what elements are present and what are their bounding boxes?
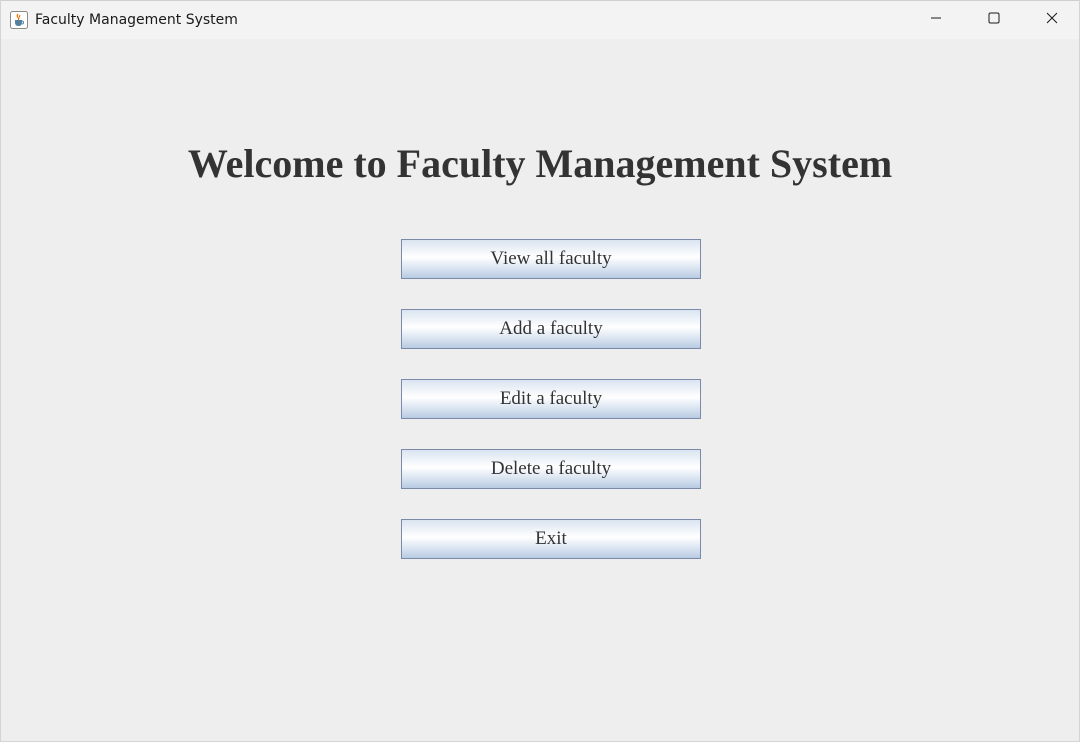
exit-button[interactable]: Exit: [401, 519, 701, 559]
view-all-faculty-button[interactable]: View all faculty: [401, 239, 701, 279]
java-cup-icon: [10, 11, 28, 29]
delete-faculty-button[interactable]: Delete a faculty: [401, 449, 701, 489]
close-icon: [1046, 11, 1058, 29]
title-bar[interactable]: Faculty Management System: [1, 0, 1079, 39]
window-title: Faculty Management System: [35, 12, 238, 28]
maximize-icon: [988, 11, 1000, 29]
edit-faculty-button[interactable]: Edit a faculty: [401, 379, 701, 419]
minimize-icon: [930, 11, 942, 29]
app-window: Faculty Management System Welcome to Fac…: [0, 0, 1080, 742]
maximize-button[interactable]: [971, 1, 1017, 39]
add-faculty-button[interactable]: Add a faculty: [401, 309, 701, 349]
close-button[interactable]: [1029, 1, 1075, 39]
minimize-button[interactable]: [913, 1, 959, 39]
welcome-heading: Welcome to Faculty Management System: [187, 141, 893, 186]
